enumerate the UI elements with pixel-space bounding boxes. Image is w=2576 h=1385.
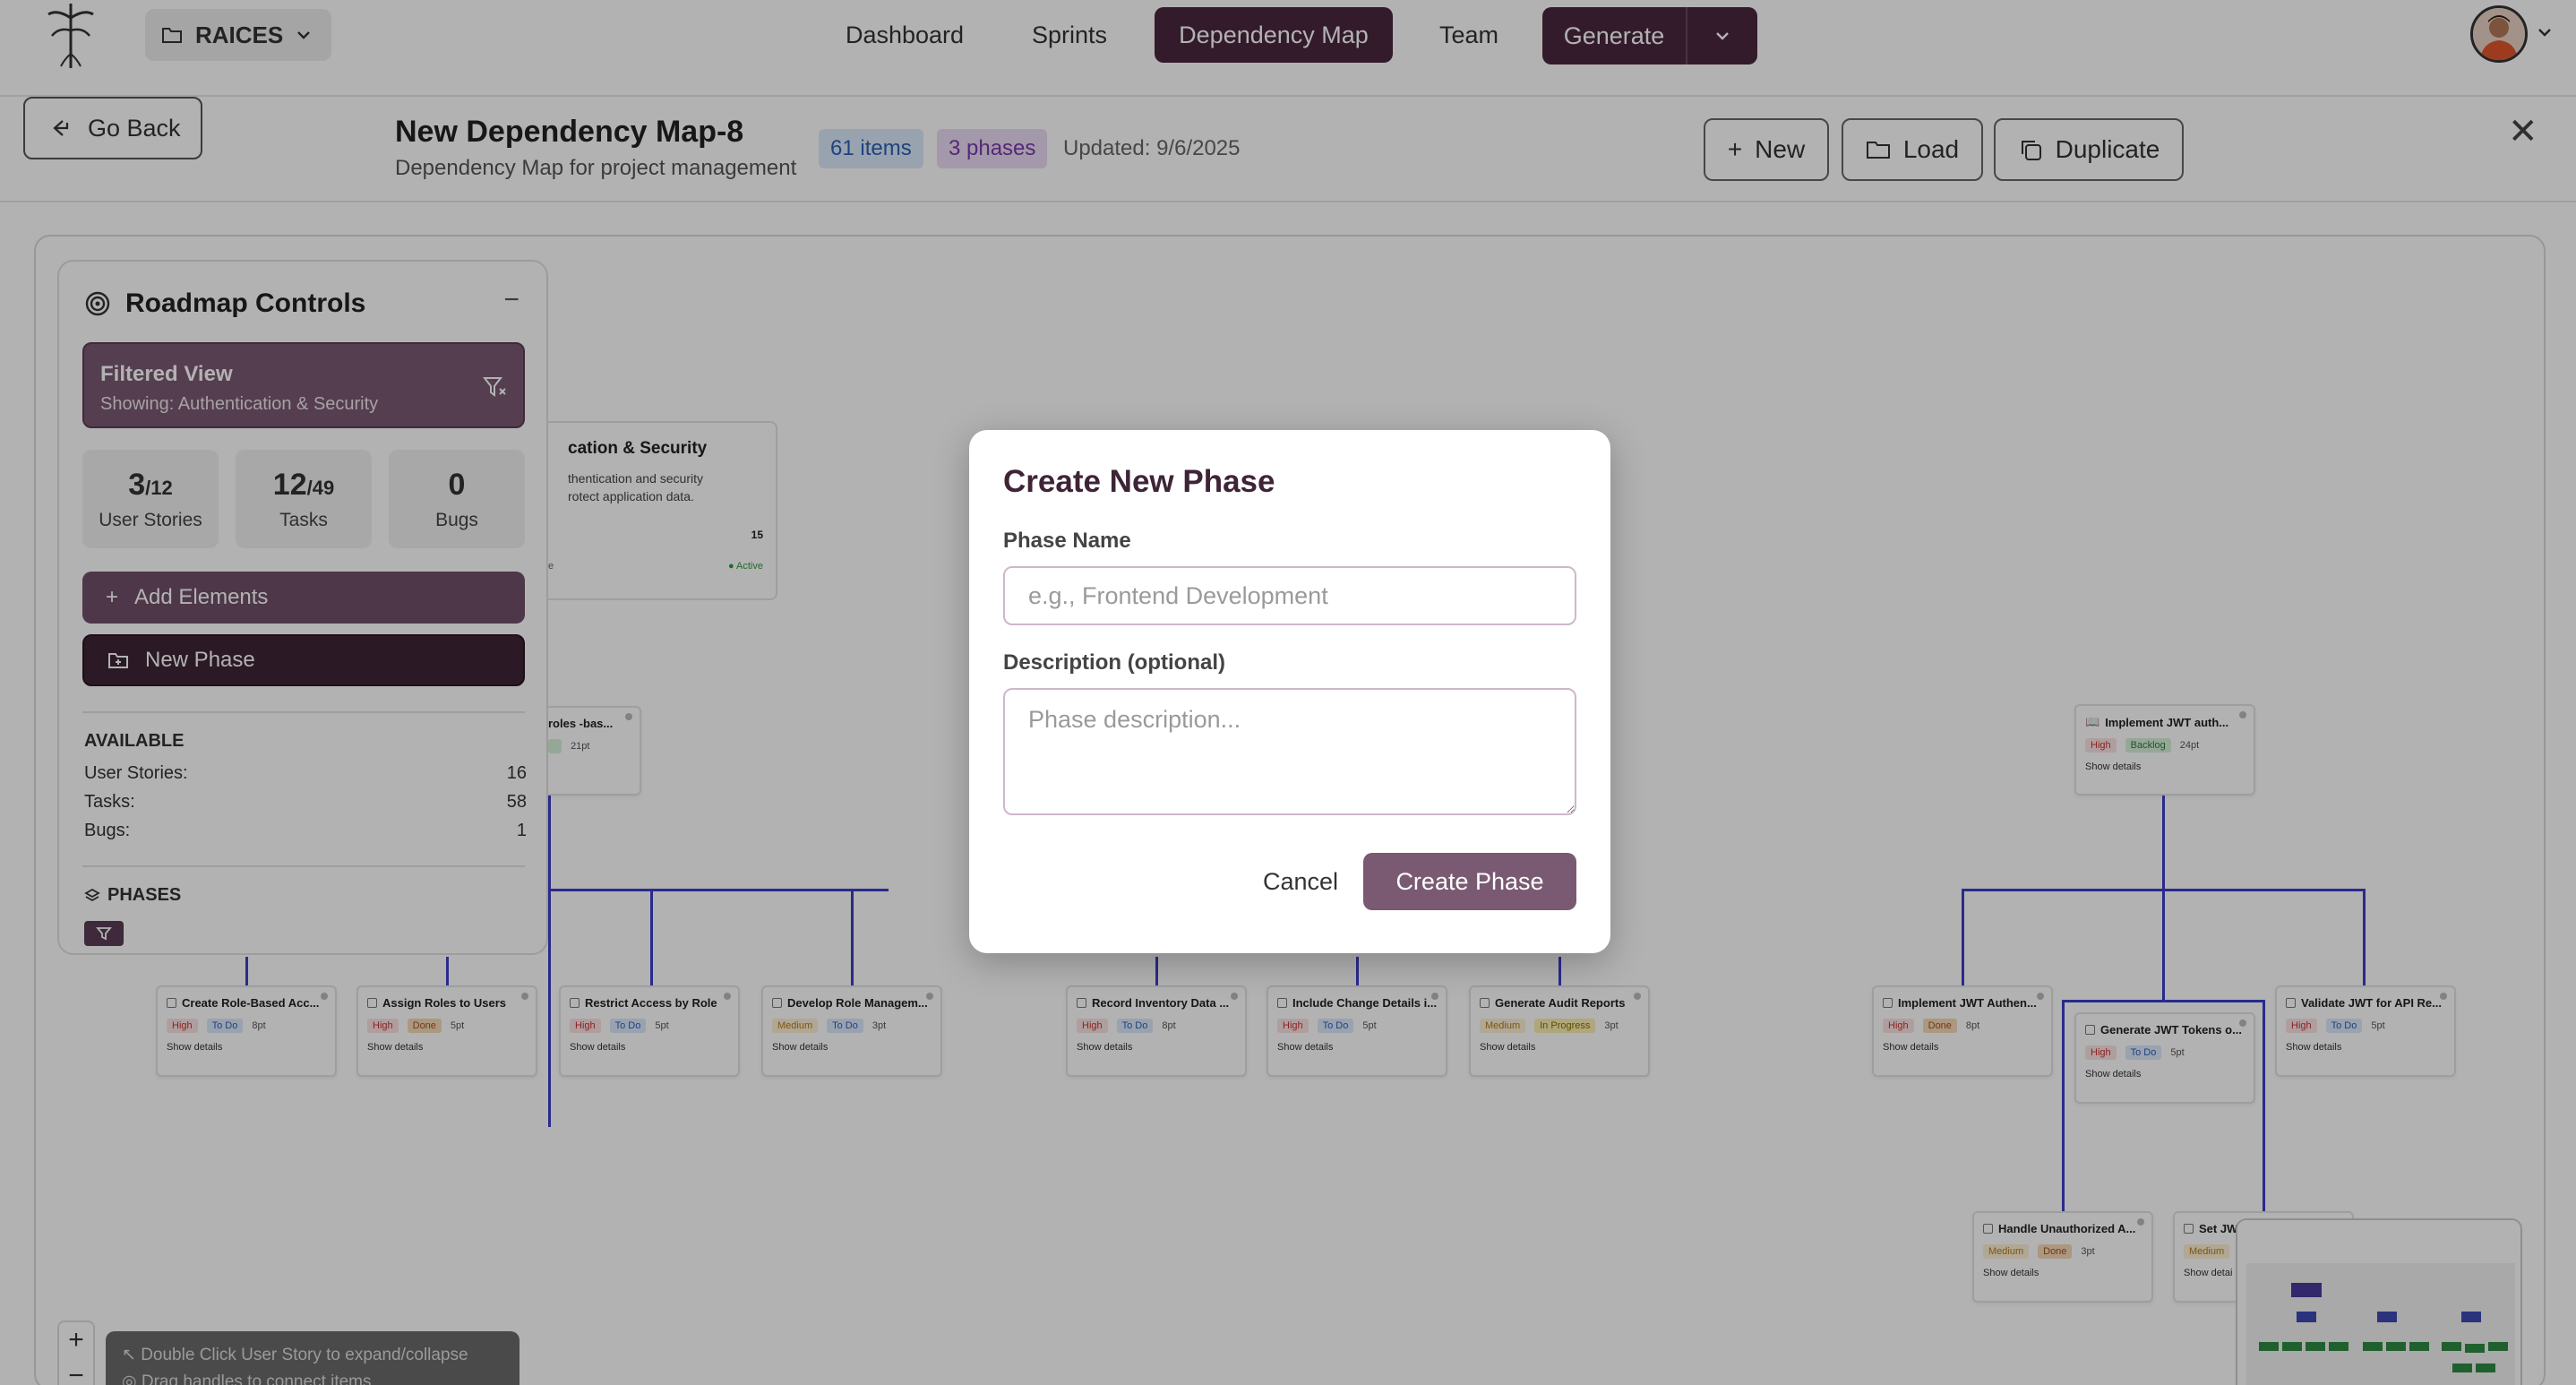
- phase-name-input[interactable]: [1003, 566, 1576, 625]
- create-phase-button[interactable]: Create Phase: [1363, 853, 1576, 910]
- phase-description-input[interactable]: [1003, 688, 1576, 815]
- create-phase-dialog: Create New Phase Phase Name Description …: [969, 430, 1610, 953]
- phase-name-label: Phase Name: [1003, 529, 1131, 553]
- cancel-button[interactable]: Cancel: [1229, 853, 1372, 910]
- description-label: Description (optional): [1003, 650, 1225, 675]
- dialog-title: Create New Phase: [1003, 464, 1275, 499]
